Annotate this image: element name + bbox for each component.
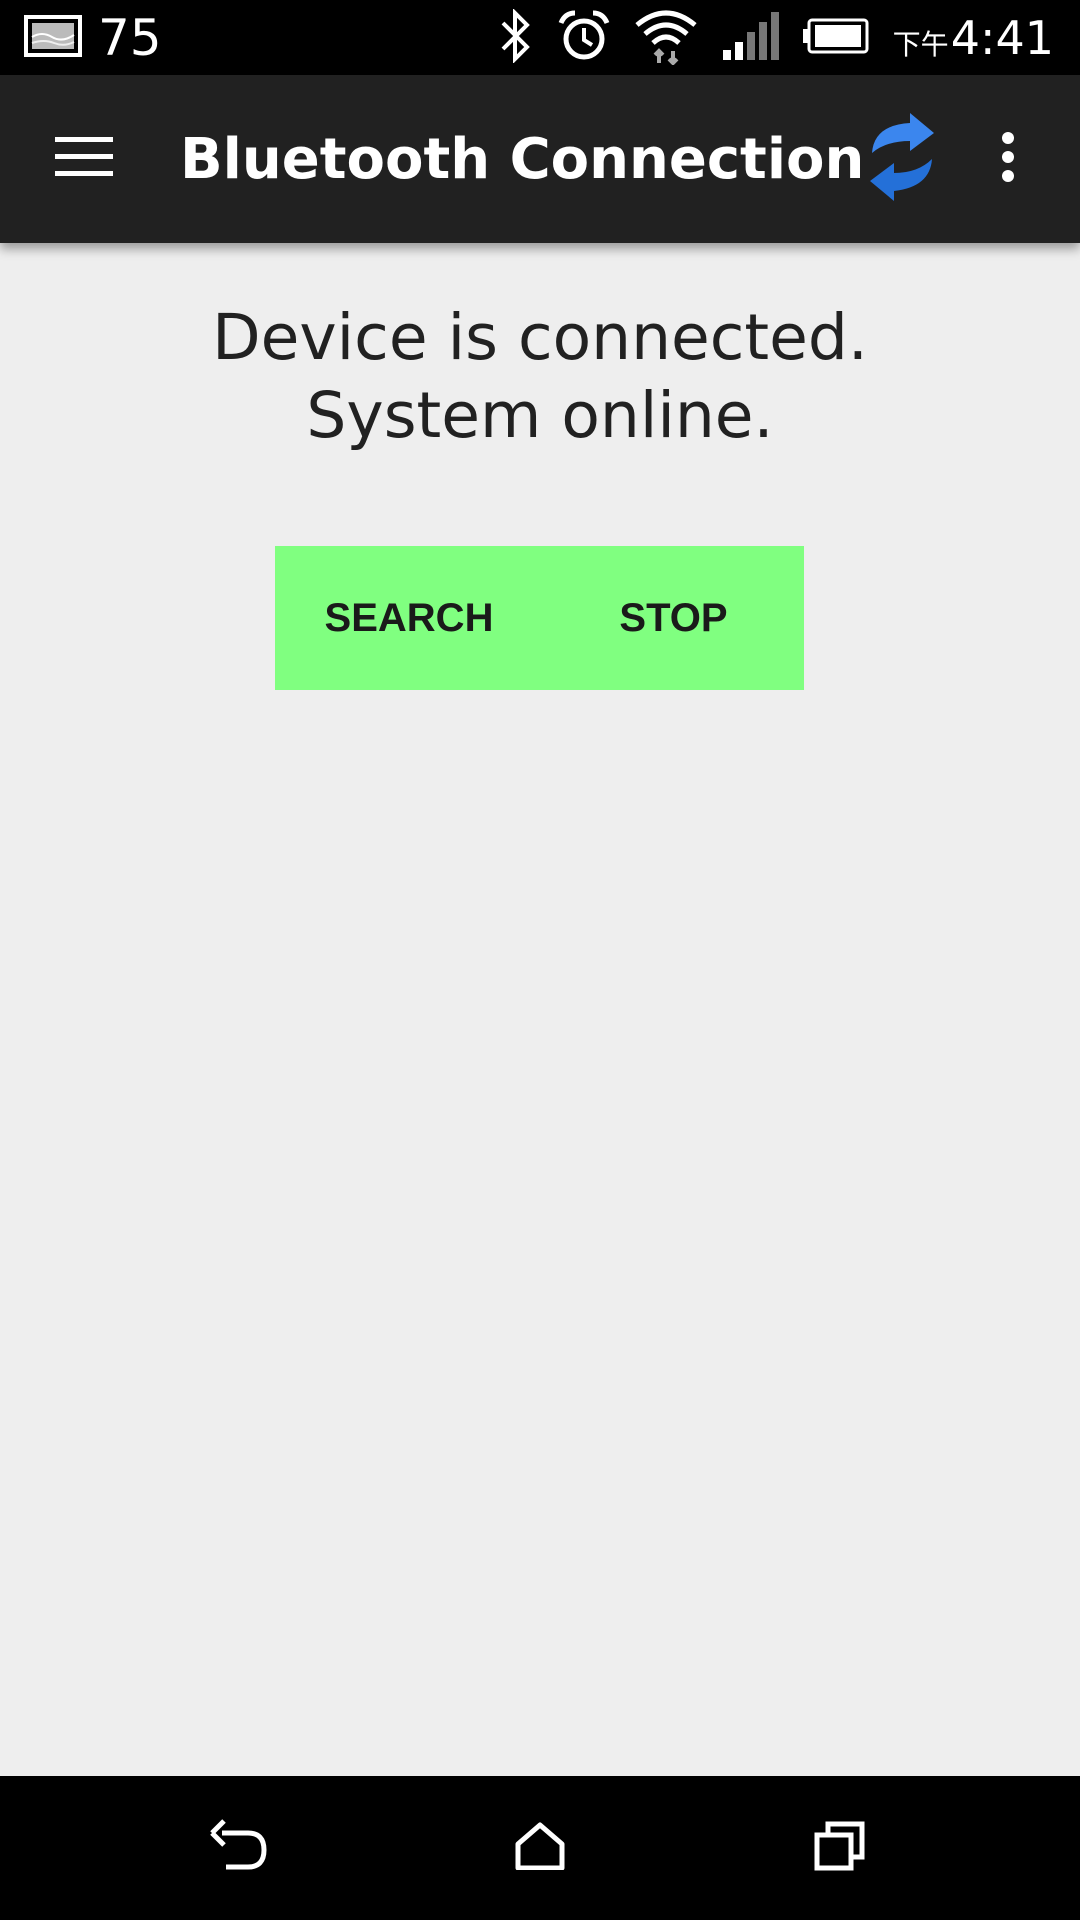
status-line-2: System online.	[306, 379, 774, 452]
alarm-icon	[557, 9, 611, 67]
connection-status-text: Device is connected. System online.	[0, 299, 1080, 455]
search-button[interactable]: SEARCH	[275, 546, 543, 690]
refresh-icon	[862, 111, 942, 207]
refresh-button[interactable]	[852, 109, 952, 209]
menu-button[interactable]	[42, 123, 126, 195]
status-bar-left: 75	[24, 0, 162, 75]
recent-apps-button[interactable]	[790, 1798, 890, 1898]
recent-apps-icon	[814, 1821, 866, 1875]
stop-button[interactable]: STOP	[543, 546, 804, 690]
back-icon	[210, 1819, 270, 1877]
bluetooth-icon	[499, 7, 533, 67]
back-button[interactable]	[190, 1798, 290, 1898]
home-button[interactable]	[490, 1798, 590, 1898]
signal-icon	[721, 11, 779, 64]
wifi-icon	[635, 7, 697, 69]
notification-count: 75	[98, 8, 162, 67]
overflow-menu-icon	[1000, 131, 1016, 187]
home-icon	[515, 1822, 565, 1874]
app-bar: Bluetooth Connection	[0, 75, 1080, 243]
control-button-group: SEARCH STOP	[275, 546, 804, 690]
overflow-menu-button[interactable]	[978, 119, 1038, 199]
status-bar-right: 下午 4:41	[475, 0, 1054, 75]
battery-icon	[802, 18, 869, 58]
status-bar: 75 下午 4:41	[0, 0, 1080, 75]
status-line-1: Device is connected.	[212, 301, 868, 374]
time-period: 下午	[892, 27, 949, 61]
gallery-notification-icon	[24, 14, 82, 61]
menu-icon	[55, 135, 113, 183]
time-text: 4:41	[950, 10, 1054, 65]
navigation-bar	[0, 1776, 1080, 1920]
status-clock: 下午 4:41	[893, 11, 1054, 65]
app-title: Bluetooth Connection	[180, 126, 865, 192]
